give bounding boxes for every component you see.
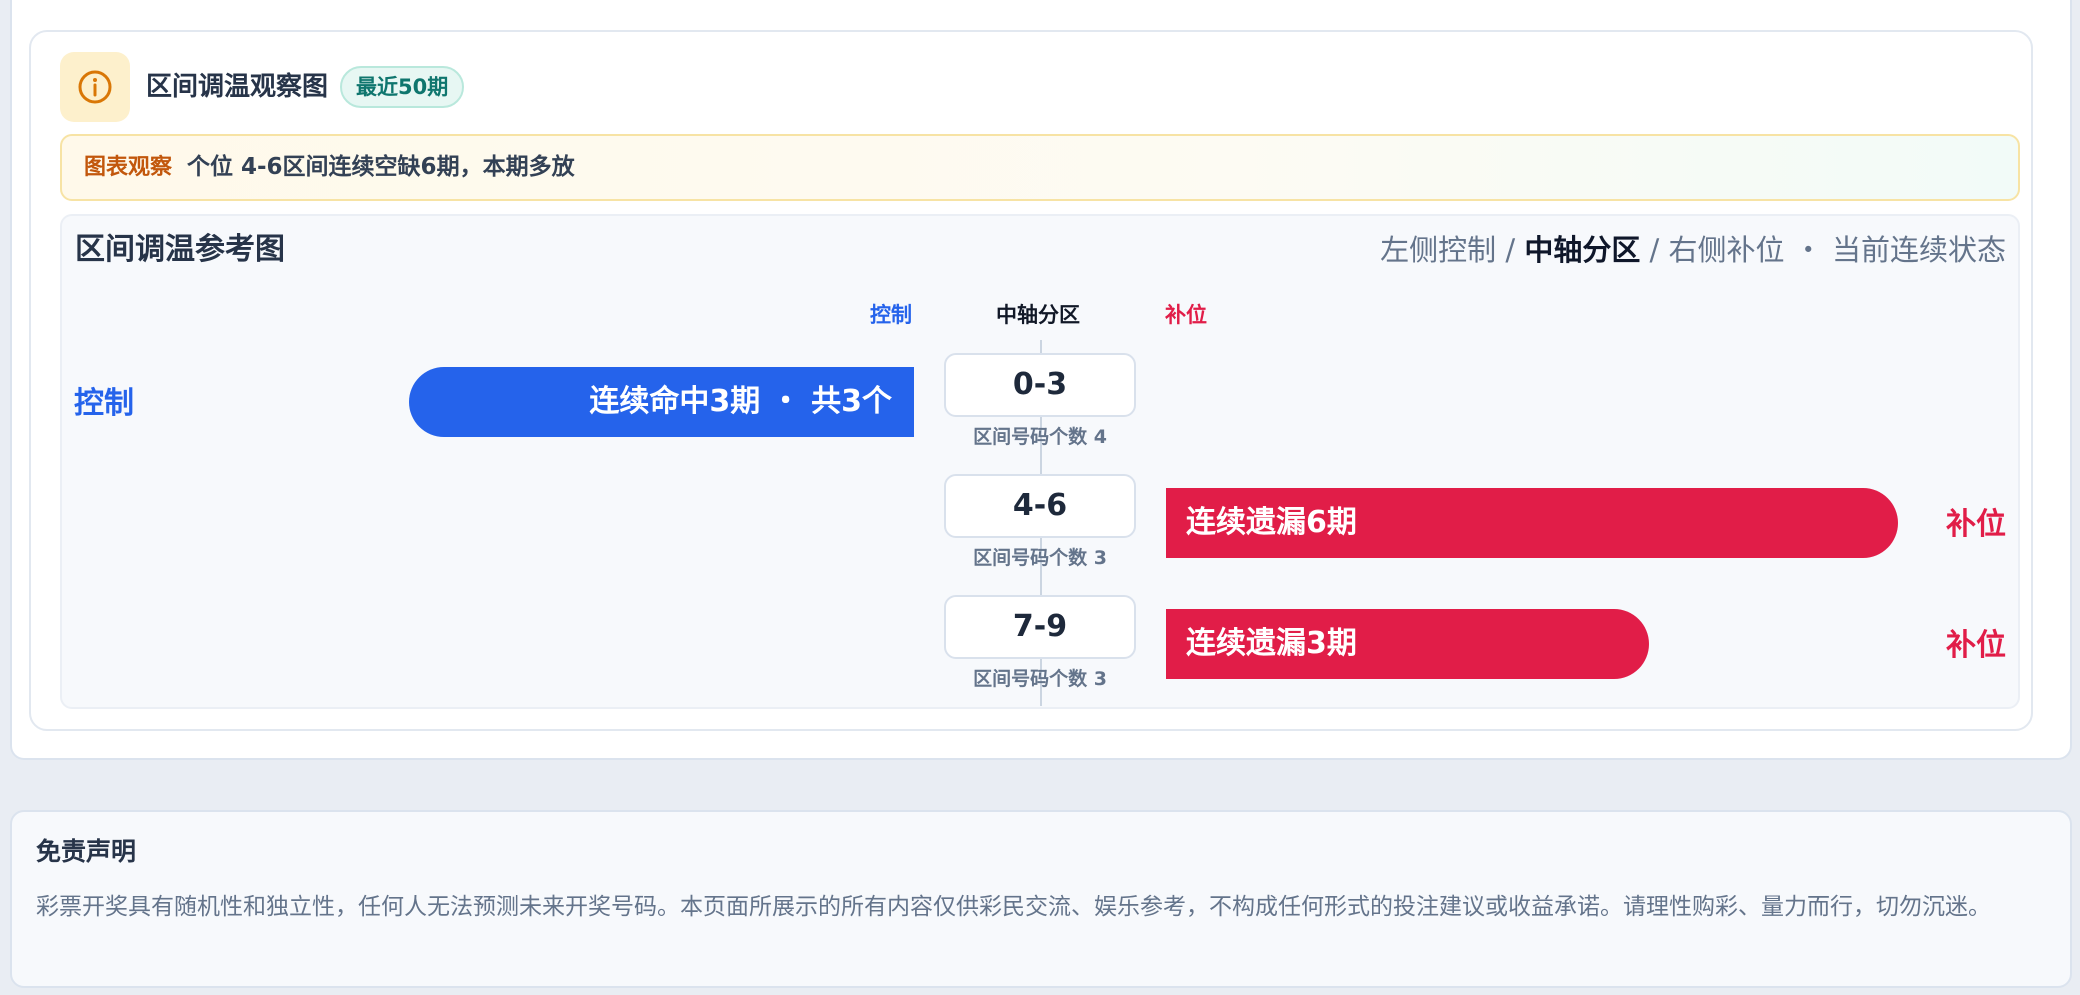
legend-left: 左侧控制 /	[1380, 233, 1525, 267]
streak-bar-fill: 连续遗漏3期	[1166, 609, 1649, 679]
range-count: 区间号码个数 3	[973, 547, 1107, 569]
range-count: 区间号码个数 3	[973, 668, 1107, 690]
range-box: 0-3	[944, 353, 1136, 417]
legend-right: / 右侧补位 ・ 当前连续状态	[1640, 233, 2006, 267]
observation-text: 个位 4-6区间连续空缺6期，本期多放	[187, 154, 575, 180]
disclaimer-text: 彩票开奖具有随机性和独立性，任何人无法预测未来开奖号码。本页面所展示的所有内容仅…	[36, 894, 1991, 920]
row-side-label: 补位	[1946, 628, 2006, 663]
period-badge: 最近50期	[340, 66, 465, 108]
range-box: 4-6	[944, 474, 1136, 538]
disclaimer-card: 免责声明 彩票开奖具有随机性和独立性，任何人无法预测未来开奖号码。本页面所展示的…	[10, 810, 2072, 988]
chart-title: 区间调温参考图	[75, 232, 285, 267]
streak-bar-fill: 连续遗漏6期	[1166, 488, 1898, 558]
observation-bar: 图表观察 个位 4-6区间连续空缺6期，本期多放	[60, 134, 2020, 201]
disclaimer-title: 免责声明	[36, 837, 137, 866]
observation-label: 图表观察	[84, 155, 173, 180]
page-title: 区间调温观察图	[146, 72, 329, 102]
legend-center: 中轴分区	[1524, 233, 1641, 267]
chart-legend: 左侧控制 / 中轴分区 / 右侧补位 ・ 当前连续状态	[1380, 228, 2006, 272]
column-header-control: 控制	[870, 303, 912, 327]
column-header-fill: 补位	[1165, 303, 1207, 327]
range-count: 区间号码个数 4	[973, 426, 1107, 448]
row-side-label: 补位	[1946, 507, 2006, 542]
info-icon	[60, 52, 130, 122]
range-box: 7-9	[944, 595, 1136, 659]
streak-bar-control: 连续命中3期 ・ 共3个	[409, 367, 914, 437]
row-side-label: 控制	[74, 386, 134, 421]
column-header-axis: 中轴分区	[996, 303, 1080, 327]
